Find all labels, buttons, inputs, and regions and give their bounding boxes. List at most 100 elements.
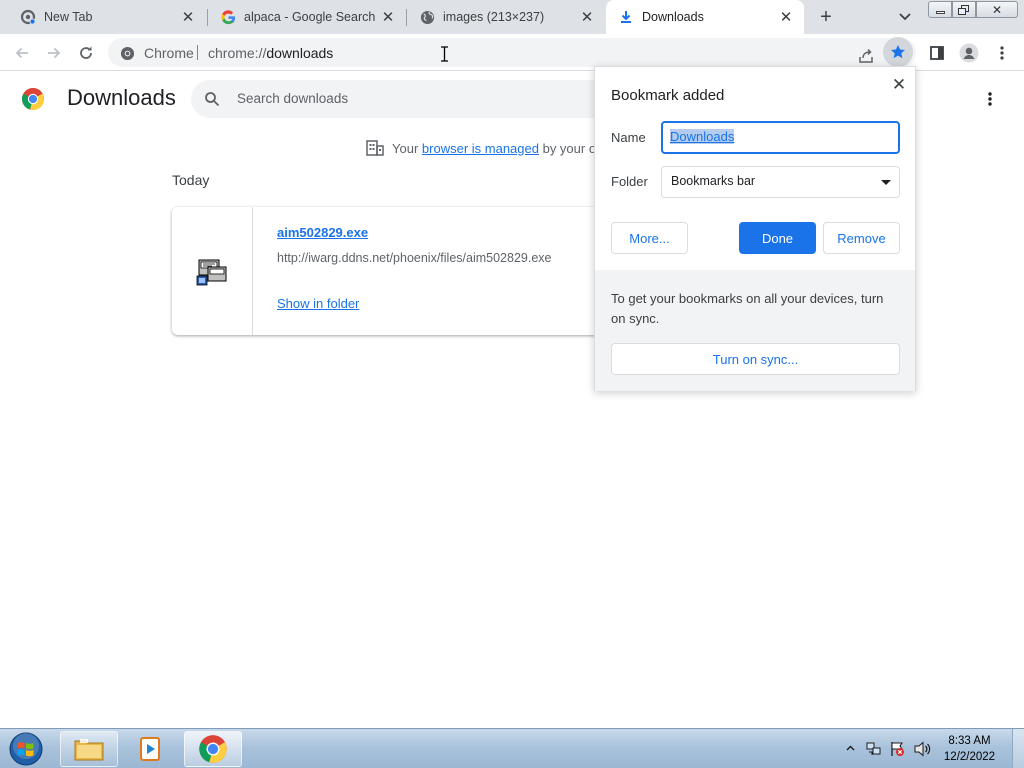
bookmark-name-value: Downloads [670,129,735,144]
side-panel-button[interactable] [923,39,951,67]
taskbar-explorer[interactable] [60,731,118,767]
clock-date: 12/2/2022 [943,751,996,763]
tab-strip: New Tab ✕ alpaca - Google Search ✕ image… [0,0,1024,34]
close-icon[interactable]: ✕ [778,9,794,26]
downloads-menu-button[interactable] [980,89,1000,109]
building-icon [366,140,384,156]
close-icon[interactable]: ✕ [380,9,396,26]
close-icon[interactable]: ✕ [579,9,595,26]
executable-file-icon [196,259,227,286]
url-scheme: chrome:// [208,45,267,61]
profile-button[interactable] [955,39,983,67]
browser-managed-link[interactable]: browser is managed [422,141,539,156]
chrome-logo-icon [21,87,45,111]
name-label: Name [611,130,646,145]
tab-label: New Tab [44,10,93,24]
dialog-title: Bookmark added [611,87,725,104]
start-button[interactable] [4,731,48,767]
minimize-icon [935,11,945,14]
chrome-settings-icon [20,9,36,25]
dialog-close-button[interactable]: ✕ [889,75,909,95]
download-source-url[interactable]: http://iwarg.ddns.net/phoenix/files/aim5… [277,251,551,265]
chrome-logo-icon [199,735,227,763]
reload-icon [80,46,92,59]
sync-promo: To get your bookmarks on all your device… [595,270,915,391]
arrow-right-icon [48,47,61,59]
bookmark-added-dialog: Bookmark added ✕ Name Downloads Folder B… [594,66,916,391]
site-chip[interactable]: Chrome [120,45,194,61]
close-icon: ✕ [991,2,1003,17]
close-icon[interactable]: ✕ [180,9,196,26]
close-window-button[interactable]: ✕ [976,1,1018,18]
minimize-button[interactable] [928,1,952,18]
search-downloads-field[interactable]: Search downloads [191,80,611,118]
folder-label: Folder [611,174,648,189]
avatar-icon [959,43,979,63]
download-item: aim502829.exe http://iwarg.ddns.net/phoe… [172,207,612,335]
tab-search-button[interactable] [894,6,916,28]
bookmark-star-button[interactable] [883,37,913,67]
forward-button[interactable] [40,39,68,67]
page-title: Downloads [67,85,176,110]
kebab-menu-icon [988,92,992,106]
folder-icon [74,739,104,761]
search-placeholder: Search downloads [237,91,349,106]
star-icon [891,45,905,59]
dropdown-caret-icon [881,180,891,185]
network-icon[interactable] [866,741,882,757]
managed-notice: Your browser is managed by your o [366,140,596,156]
windows-logo-icon [9,732,43,766]
arrow-left-icon [15,47,28,59]
managed-suffix: by your o [542,140,597,156]
bookmark-name-input[interactable]: Downloads [661,121,900,154]
windows-taskbar: 8:33 AM 12/2/2022 [0,728,1024,768]
taskbar-clock[interactable]: 8:33 AM 12/2/2022 [942,733,997,765]
show-hidden-icons-icon[interactable] [846,745,855,751]
clock-time: 8:33 AM [948,735,991,747]
url-text[interactable]: chrome://downloads [208,45,333,61]
sync-promo-text: To get your bookmarks on all your device… [611,291,884,326]
close-icon: ✕ [891,75,907,94]
restore-button[interactable] [952,1,976,18]
remove-button[interactable]: Remove [823,222,900,254]
chrome-icon [120,46,135,60]
kebab-menu-icon [1000,46,1004,60]
folder-value: Bookmarks bar [671,174,756,188]
address-bar[interactable]: Chrome chrome://downloads [108,37,916,67]
side-panel-icon [930,46,944,60]
download-filename-link[interactable]: aim502829.exe [277,225,368,240]
chrome-menu-button[interactable] [988,39,1016,67]
google-g-icon [220,9,236,25]
done-button[interactable]: Done [739,222,816,254]
show-in-folder-link[interactable]: Show in folder [277,296,359,311]
chevron-down-icon [899,13,911,21]
tab-label: Downloads [642,10,704,24]
show-desktop-button[interactable] [1012,729,1024,768]
taskbar-chrome[interactable] [184,731,242,767]
back-button[interactable] [8,39,36,67]
share-icon [859,48,873,63]
search-icon [205,92,220,107]
tab-images[interactable]: images (213×237) ✕ [407,0,605,34]
omnibox-divider [197,45,198,60]
bookmark-folder-select[interactable]: Bookmarks bar [661,166,900,198]
managed-prefix: Your [392,140,419,156]
media-player-icon [140,737,160,761]
action-center-flag-icon[interactable] [889,741,905,757]
tab-label: alpaca - Google Search [244,10,376,24]
turn-on-sync-button[interactable]: Turn on sync... [611,343,900,375]
file-icon-column [172,207,253,335]
tab-new-tab[interactable]: New Tab ✕ [8,0,206,34]
volume-icon[interactable] [914,741,932,757]
tab-alpaca-search[interactable]: alpaca - Google Search ✕ [208,0,406,34]
date-section-label: Today [172,172,210,188]
more-button[interactable]: More... [611,222,688,254]
globe-icon [419,9,435,25]
site-chip-label: Chrome [144,45,194,61]
reload-button[interactable] [72,39,100,67]
tab-label: images (213×237) [443,10,545,24]
url-host: downloads [266,45,334,61]
taskbar-media-player[interactable] [122,731,180,767]
tab-downloads[interactable]: Downloads ✕ [606,0,804,34]
new-tab-button[interactable]: + [814,5,838,29]
